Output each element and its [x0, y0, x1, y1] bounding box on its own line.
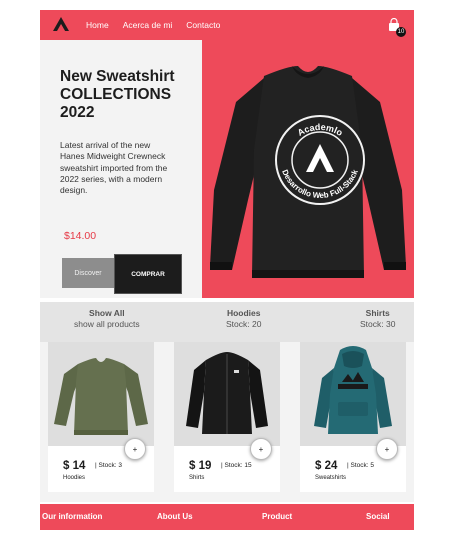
nav-link-home[interactable]: Home [86, 20, 109, 30]
product-image [48, 342, 154, 446]
page-frame: Home Acerca de mi Contacto 10 New Sweats… [40, 10, 414, 530]
nav-link-contact[interactable]: Contacto [186, 20, 220, 30]
category-bar: Show All show all products Hoodies Stock… [40, 302, 414, 342]
category-hoodies[interactable]: Hoodies Stock: 20 [226, 308, 261, 329]
product-stock: | Stock: 5 [347, 462, 374, 469]
hero-price: $14.00 [64, 230, 97, 242]
product-grid: + $ 14 | Stock: 3 Hoodies + $ 19 | Stock… [40, 342, 414, 502]
product-category: Shirts [189, 475, 205, 481]
footer-link-social[interactable]: Social [366, 512, 390, 521]
footer-link-product[interactable]: Product [262, 512, 292, 521]
product-category: Sweatshirts [315, 475, 347, 481]
buy-button[interactable]: COMPRAR [114, 254, 182, 294]
teal-hoodie-image [314, 346, 392, 434]
product-card: + $ 14 | Stock: 3 Hoodies [48, 342, 154, 492]
navbar: Home Acerca de mi Contacto 10 [40, 10, 414, 40]
category-subtitle: show all products [74, 319, 140, 329]
add-to-cart-button[interactable]: + [376, 438, 398, 460]
category-shirts[interactable]: Shirts Stock: 30 [360, 308, 395, 329]
category-show-all[interactable]: Show All show all products [74, 308, 140, 329]
category-title: Show All [89, 308, 125, 318]
black-jacket-image [186, 352, 268, 434]
nav-links: Home Acerca de mi Contacto [86, 10, 234, 40]
product-image [300, 342, 406, 446]
hero-image-panel: Academlo Desarrollo Web Full-Stack [202, 40, 414, 298]
product-card: + $ 19 | Stock: 15 Shirts [174, 342, 280, 492]
product-category: Hoodies [63, 475, 86, 481]
product-stock: | Stock: 3 [95, 462, 122, 469]
black-sweatshirt-image: Academlo Desarrollo Web Full-Stack [210, 66, 406, 278]
category-subtitle: Stock: 20 [226, 319, 262, 329]
footer: Our information About Us Product Social [40, 504, 414, 530]
product-price: $ 19 [189, 460, 212, 472]
academlo-logo-icon[interactable] [52, 16, 70, 32]
product-card: + $ 24 | Stock: 5 Sweatshirts [300, 342, 406, 492]
product-stock: | Stock: 15 [221, 462, 252, 469]
category-title: Hoodies [226, 308, 261, 318]
olive-sweatshirt-image [54, 358, 148, 435]
discover-button[interactable]: Discover [62, 258, 114, 288]
category-title: Shirts [365, 308, 390, 318]
product-image [174, 342, 280, 446]
add-to-cart-button[interactable]: + [250, 438, 272, 460]
hero-text-panel: New Sweatshirt COLLECTIONS 2022 Latest a… [40, 40, 202, 298]
cart-count-badge: 10 [396, 27, 406, 37]
footer-link-our-information[interactable]: Our information [42, 512, 102, 521]
product-price: $ 24 [315, 460, 338, 472]
hero-title: New Sweatshirt COLLECTIONS 2022 [60, 68, 175, 121]
product-price: $ 14 [63, 460, 86, 472]
category-subtitle: Stock: 30 [360, 319, 396, 329]
footer-link-about-us[interactable]: About Us [157, 512, 193, 521]
add-to-cart-button[interactable]: + [124, 438, 146, 460]
hero-description: Latest arrival of the new Hanes Midweigh… [60, 140, 168, 196]
nav-link-about[interactable]: Acerca de mi [123, 20, 173, 30]
